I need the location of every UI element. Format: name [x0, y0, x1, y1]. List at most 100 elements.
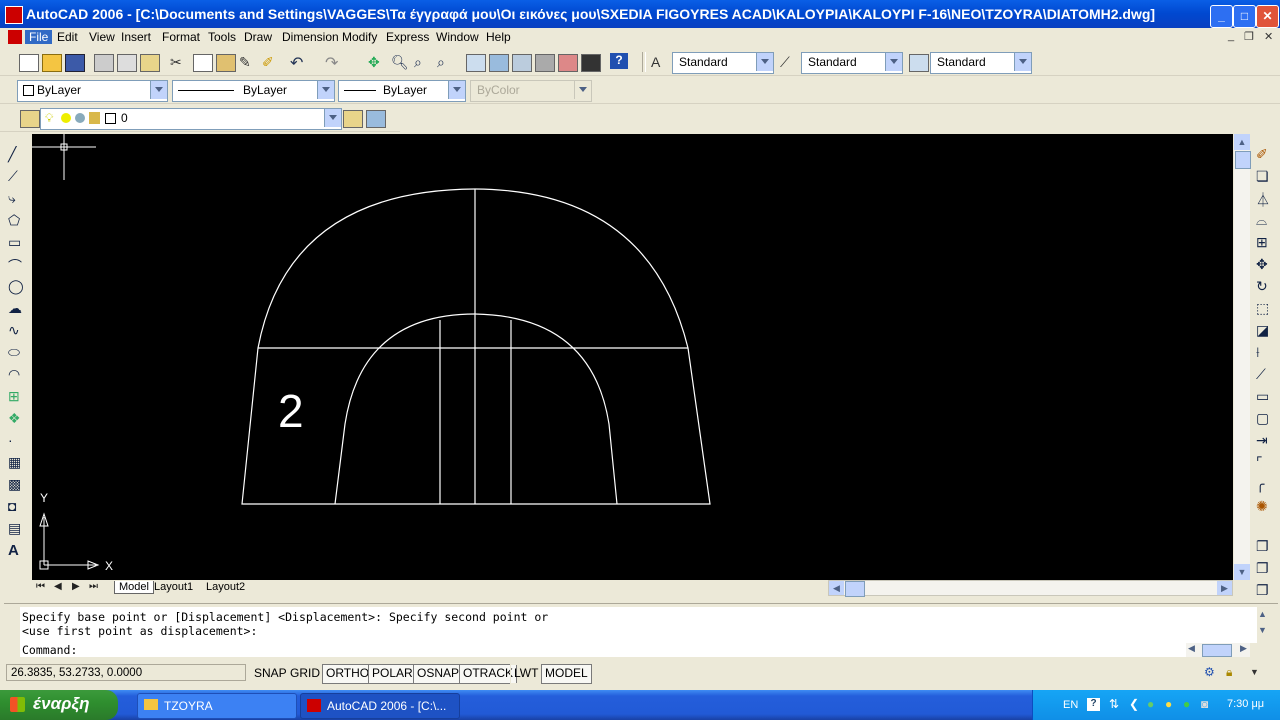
menu-view[interactable]: View	[85, 30, 119, 44]
menu-edit[interactable]: Edit	[53, 30, 82, 44]
plot-preview-icon[interactable]	[117, 54, 137, 72]
grid-toggle[interactable]: GRID	[286, 664, 324, 684]
table-style-icon[interactable]	[909, 54, 929, 72]
command-hscroll[interactable]: ◀ ▶	[1186, 643, 1250, 657]
redo-icon[interactable]: ↷	[325, 53, 343, 72]
draworder-icon[interactable]: ❐	[1256, 538, 1272, 554]
menu-tools[interactable]: Tools	[204, 30, 240, 44]
sheet-set-icon[interactable]	[535, 54, 555, 72]
previous-tab-icon[interactable]: ◀	[54, 581, 62, 592]
menu-help[interactable]: Help	[482, 30, 515, 44]
scroll-up-icon[interactable]: ▲	[1234, 134, 1250, 150]
circle-icon[interactable]: ◯	[8, 278, 24, 294]
otrack-toggle[interactable]: OTRACK	[459, 664, 518, 684]
scroll-right-icon[interactable]: ▶	[1217, 581, 1232, 595]
open-icon[interactable]	[42, 54, 62, 72]
menu-file[interactable]: File	[25, 30, 53, 44]
table-icon[interactable]: ▤	[8, 520, 24, 536]
language-indicator[interactable]: EN	[1063, 699, 1078, 711]
document-icon[interactable]	[8, 30, 22, 44]
linetype-combo[interactable]: ByLayer	[172, 80, 335, 102]
scroll-left-icon[interactable]: ◀	[829, 581, 844, 595]
construction-line-icon[interactable]: ⟋	[8, 168, 24, 184]
ortho-toggle[interactable]: ORTHO	[322, 664, 374, 684]
next-tab-icon[interactable]: ▶	[72, 581, 80, 592]
tray-app-icon[interactable]: ●	[1147, 697, 1154, 711]
menu-dimension[interactable]: Dimension	[278, 30, 343, 44]
show-hidden-icons-icon[interactable]: ❮	[1129, 697, 1139, 711]
publish-icon[interactable]	[140, 54, 160, 72]
move-icon[interactable]: ✥	[1256, 256, 1272, 272]
tab-layout2[interactable]: Layout2	[206, 581, 245, 593]
zoom-window-icon[interactable]: ⌕	[414, 54, 432, 70]
menu-window[interactable]: Window	[432, 30, 483, 44]
minimize-button[interactable]: _	[1210, 5, 1233, 28]
lwt-toggle[interactable]: LWT	[510, 664, 543, 684]
command-scroll-up-icon[interactable]: ▲	[1258, 609, 1267, 619]
match-properties-icon[interactable]: ✎	[239, 54, 257, 70]
properties-icon[interactable]	[466, 54, 486, 72]
dim-style-icon[interactable]: ⟋	[780, 54, 798, 70]
region-icon[interactable]: ◘	[8, 498, 24, 514]
menu-draw[interactable]: Draw	[240, 30, 276, 44]
command-line[interactable]: Command:	[20, 643, 1186, 657]
make-block-icon[interactable]: ❖	[8, 410, 24, 426]
ellipse-arc-icon[interactable]: ◠	[8, 366, 24, 382]
table-style-combo[interactable]: Standard	[930, 52, 1032, 74]
polar-toggle[interactable]: POLAR	[368, 664, 417, 684]
rectangle-icon[interactable]: ▭	[8, 234, 24, 250]
copy-object-icon[interactable]: ❏	[1256, 168, 1272, 184]
send-under-icon[interactable]: ❐	[1256, 582, 1272, 598]
polygon-icon[interactable]: ⬠	[8, 212, 24, 228]
erase-icon[interactable]: ✐	[1256, 146, 1272, 162]
text-style-combo[interactable]: Standard	[672, 52, 774, 74]
gradient-icon[interactable]: ▩	[8, 476, 24, 492]
markup-icon[interactable]	[558, 54, 578, 72]
menu-express[interactable]: Express	[382, 30, 433, 44]
layer-previous-icon[interactable]	[366, 110, 386, 128]
command-scroll-down-icon[interactable]: ▼	[1258, 625, 1267, 635]
maximize-button[interactable]: □	[1233, 5, 1256, 28]
pan-icon[interactable]: ✥	[368, 54, 386, 70]
status-menu-icon[interactable]: ▼	[1250, 667, 1259, 677]
scale-icon[interactable]: ⬚	[1256, 300, 1272, 316]
point-icon[interactable]: ·	[8, 432, 24, 448]
arc-icon[interactable]: ⌒	[8, 256, 24, 274]
layer-manager-icon[interactable]	[20, 110, 40, 128]
model-toggle[interactable]: MODEL	[541, 664, 592, 684]
break-icon[interactable]: ▢	[1256, 410, 1272, 426]
lineweight-combo[interactable]: ByLayer	[338, 80, 466, 102]
command-scroll-left-icon[interactable]: ◀	[1188, 643, 1195, 654]
mirror-icon[interactable]: ⏃	[1256, 190, 1272, 208]
dim-style-combo[interactable]: Standard	[801, 52, 903, 74]
insert-block-icon[interactable]: ⊞	[8, 388, 24, 404]
network-tray-icon[interactable]: ⇅	[1109, 697, 1119, 711]
explode-icon[interactable]: ✺	[1256, 498, 1272, 514]
layer-combo[interactable]: 💡︎ 0	[40, 108, 342, 130]
tray-app2-icon[interactable]: ●	[1165, 697, 1172, 711]
tab-model[interactable]: Model	[114, 581, 154, 594]
bring-above-icon[interactable]: ❐	[1256, 560, 1272, 576]
chamfer-icon[interactable]: ⌜	[1256, 454, 1272, 470]
toolbar-lock-icon[interactable]: 🔒︎	[1226, 665, 1232, 680]
color-combo[interactable]: ByLayer	[17, 80, 168, 102]
stretch-icon[interactable]: ◪	[1256, 322, 1272, 338]
ellipse-icon[interactable]: ⬭	[8, 344, 24, 360]
speaker-icon[interactable]: ◙	[1201, 697, 1208, 711]
task-autocad[interactable]: AutoCAD 2006 - [C:\...	[300, 693, 460, 719]
start-button[interactable]: έναρξη	[0, 690, 118, 720]
doc-restore-button[interactable]: ❐	[1244, 30, 1254, 43]
osnap-toggle[interactable]: OSNAP	[413, 664, 464, 684]
drawing-canvas[interactable]: 2 Y X	[32, 134, 1233, 580]
doc-minimize-button[interactable]: _	[1228, 30, 1234, 42]
make-object-layer-current-icon[interactable]	[343, 110, 363, 128]
cut-icon[interactable]: ✂	[170, 54, 188, 70]
command-scroll-right-icon[interactable]: ▶	[1240, 643, 1247, 654]
extend-icon[interactable]: ⟋	[1256, 366, 1272, 382]
hatch-icon[interactable]: ▦	[8, 454, 24, 470]
new-icon[interactable]	[19, 54, 39, 72]
tab-layout1[interactable]: Layout1	[154, 581, 193, 593]
vertical-scroll-thumb[interactable]	[1235, 151, 1251, 169]
designcenter-icon[interactable]	[489, 54, 509, 72]
help-tray-icon[interactable]: ?	[1087, 698, 1100, 711]
